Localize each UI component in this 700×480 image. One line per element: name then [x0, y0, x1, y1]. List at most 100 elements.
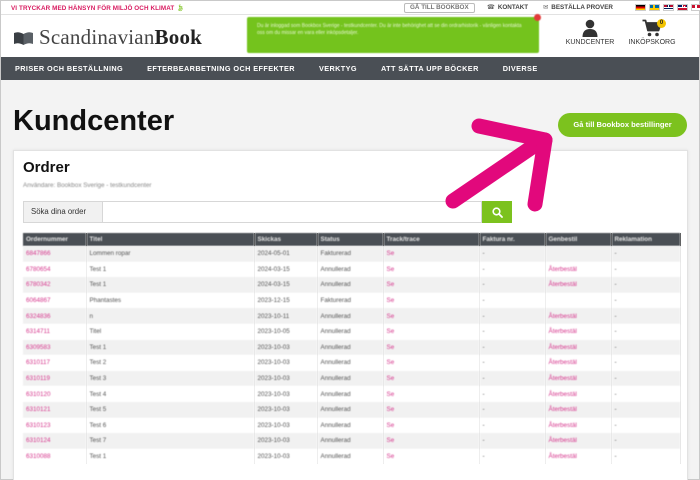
nav-item-book-setup[interactable]: ATT SÄTTA UPP BÖCKER: [381, 64, 479, 73]
search-label: Söka dina order: [23, 201, 102, 223]
reorder-link[interactable]: Återbestäl: [545, 433, 612, 449]
column-header-status[interactable]: Status: [317, 233, 384, 246]
reorder-link[interactable]: Återbestäl: [545, 401, 612, 418]
status-cell: Annullerad: [317, 448, 384, 465]
order-number-cell[interactable]: 6310124: [23, 433, 87, 449]
phone-icon: ☎: [487, 4, 495, 11]
order-number-cell[interactable]: 6310119: [23, 370, 87, 387]
shipped-date-cell: 2023-10-03: [254, 433, 318, 449]
track-trace-link[interactable]: Se: [383, 246, 480, 262]
reorder-link[interactable]: Återbestäl: [545, 448, 612, 465]
reorder-link[interactable]: Återbestäl: [545, 323, 612, 340]
track-trace-link[interactable]: Se: [383, 355, 480, 371]
order-number-cell[interactable]: 6847866: [23, 246, 87, 262]
kundcenter-button[interactable]: KUNDCENTER: [564, 19, 616, 46]
column-header-complaint[interactable]: Reklamation: [611, 233, 681, 246]
shipped-date-cell: 2024-05-01: [254, 246, 318, 262]
nav-item-prices[interactable]: PRISER OCH BESTÄLLNING: [15, 64, 123, 73]
track-trace-link[interactable]: Se: [383, 323, 480, 340]
column-header-order-number[interactable]: Ordernummer: [23, 233, 87, 246]
order-number-cell[interactable]: 6064867: [23, 292, 87, 309]
shipped-date-cell: 2023-10-03: [254, 370, 318, 387]
title-cell: Test 5: [86, 401, 255, 418]
track-trace-link[interactable]: Se: [383, 417, 480, 434]
order-number-cell[interactable]: 6310121: [23, 401, 87, 418]
reorder-link[interactable]: [545, 246, 612, 262]
nav-item-tools[interactable]: VERKTYG: [319, 64, 357, 73]
nav-item-postprocessing[interactable]: EFTERBEARBETNING OCH EFFEKTER: [147, 64, 295, 73]
status-cell: Fakturerad: [317, 292, 384, 309]
top-utility-bar: VI TRYCKAR MED HÄNSYN FÖR MILJÖ OCH KLIM…: [1, 1, 700, 15]
table-row: 6847866 Lommen ropar 2024-05-01 Fakturerad S…: [23, 246, 681, 262]
reorder-link[interactable]: Återbestäl: [545, 386, 612, 402]
order-number-cell[interactable]: 6309583: [23, 339, 87, 356]
column-header-shipped[interactable]: Skickas: [254, 233, 318, 246]
invoice-cell: -: [479, 401, 546, 418]
track-trace-link[interactable]: Se: [383, 292, 480, 309]
reorder-link[interactable]: Återbestäl: [545, 261, 612, 278]
table-row: 6310120 Test 4 2023-10-03 Annullerad Se - Åter…: [23, 386, 681, 402]
status-cell: Annullerad: [317, 323, 384, 340]
column-header-reorder[interactable]: Genbestil: [545, 233, 612, 246]
nav-item-misc[interactable]: DIVERSE: [503, 64, 538, 73]
cart-button[interactable]: 0 INKÖPSKORG: [626, 19, 678, 46]
reorder-link[interactable]: [545, 292, 612, 309]
flag-gb-icon[interactable]: [677, 4, 688, 11]
bookbox-link[interactable]: GÅ TILL BOOKBOX: [404, 3, 475, 13]
search-input[interactable]: [102, 201, 482, 223]
complaint-cell: -: [611, 308, 681, 324]
track-trace-link[interactable]: Se: [383, 277, 480, 293]
order-number-cell[interactable]: 6324836: [23, 308, 87, 324]
track-trace-link[interactable]: Se: [383, 386, 480, 402]
track-trace-link[interactable]: Se: [383, 308, 480, 324]
invoice-cell: -: [479, 261, 546, 278]
track-trace-link[interactable]: Se: [383, 448, 480, 465]
user-icon: [582, 19, 598, 37]
complaint-cell: -: [611, 246, 681, 262]
page-title: Kundcenter: [13, 105, 175, 137]
close-icon[interactable]: [534, 14, 541, 21]
title-cell: Test 7: [86, 433, 255, 449]
flag-de-icon[interactable]: [635, 4, 646, 11]
reorder-link[interactable]: Återbestäl: [545, 370, 612, 387]
track-trace-link[interactable]: Se: [383, 433, 480, 449]
complaint-cell: -: [611, 292, 681, 309]
order-number-cell[interactable]: 6310117: [23, 355, 87, 371]
track-trace-link[interactable]: Se: [383, 339, 480, 356]
reorder-link[interactable]: Återbestäl: [545, 355, 612, 371]
search-button[interactable]: [482, 201, 512, 223]
reorder-link[interactable]: Återbestäl: [545, 277, 612, 293]
orders-title: Ordrer: [23, 159, 70, 176]
order-number-cell[interactable]: 6780654: [23, 261, 87, 278]
reorder-link[interactable]: Återbestäl: [545, 417, 612, 434]
status-cell: Annullerad: [317, 277, 384, 293]
column-header-track-trace[interactable]: Track/trace: [383, 233, 480, 246]
table-row: 6314711 Titel 2023-10-05 Annullerad Se - Återb…: [23, 323, 681, 340]
flag-se-icon[interactable]: [649, 4, 660, 11]
order-number-cell[interactable]: 6310120: [23, 386, 87, 402]
title-cell: Test 1: [86, 277, 255, 293]
status-cell: Annullerad: [317, 401, 384, 418]
order-number-cell[interactable]: 6310123: [23, 417, 87, 434]
track-trace-link[interactable]: Se: [383, 401, 480, 418]
complaint-cell: -: [611, 386, 681, 402]
reorder-link[interactable]: Återbestäl: [545, 308, 612, 324]
order-number-cell[interactable]: 6310088: [23, 448, 87, 465]
column-header-title[interactable]: Titel: [86, 233, 255, 246]
order-samples-link[interactable]: ✉ BESTÄLLA PROVER: [543, 4, 613, 11]
contact-link[interactable]: ☎ KONTAKT: [487, 4, 528, 11]
site-header: ScandinavianBook Du är inloggad som Book…: [1, 14, 699, 57]
title-cell: Test 1: [86, 339, 255, 356]
column-header-invoice[interactable]: Faktura nr.: [479, 233, 546, 246]
logo[interactable]: ScandinavianBook: [13, 25, 202, 50]
flag-dk-icon[interactable]: [691, 4, 700, 11]
flag-no-icon[interactable]: [663, 4, 674, 11]
table-row: 6310119 Test 3 2023-10-03 Annullerad Se - Åter…: [23, 370, 681, 387]
reorder-link[interactable]: Återbestäl: [545, 339, 612, 356]
order-number-cell[interactable]: 6780342: [23, 277, 87, 293]
track-trace-link[interactable]: Se: [383, 370, 480, 387]
table-row: 6780654 Test 1 2024-03-15 Annullerad Se - Åter…: [23, 261, 681, 278]
bookbox-orders-button[interactable]: Gå till Bookbox bestillinger: [558, 113, 687, 137]
order-number-cell[interactable]: 6314711: [23, 323, 87, 340]
track-trace-link[interactable]: Se: [383, 261, 480, 278]
